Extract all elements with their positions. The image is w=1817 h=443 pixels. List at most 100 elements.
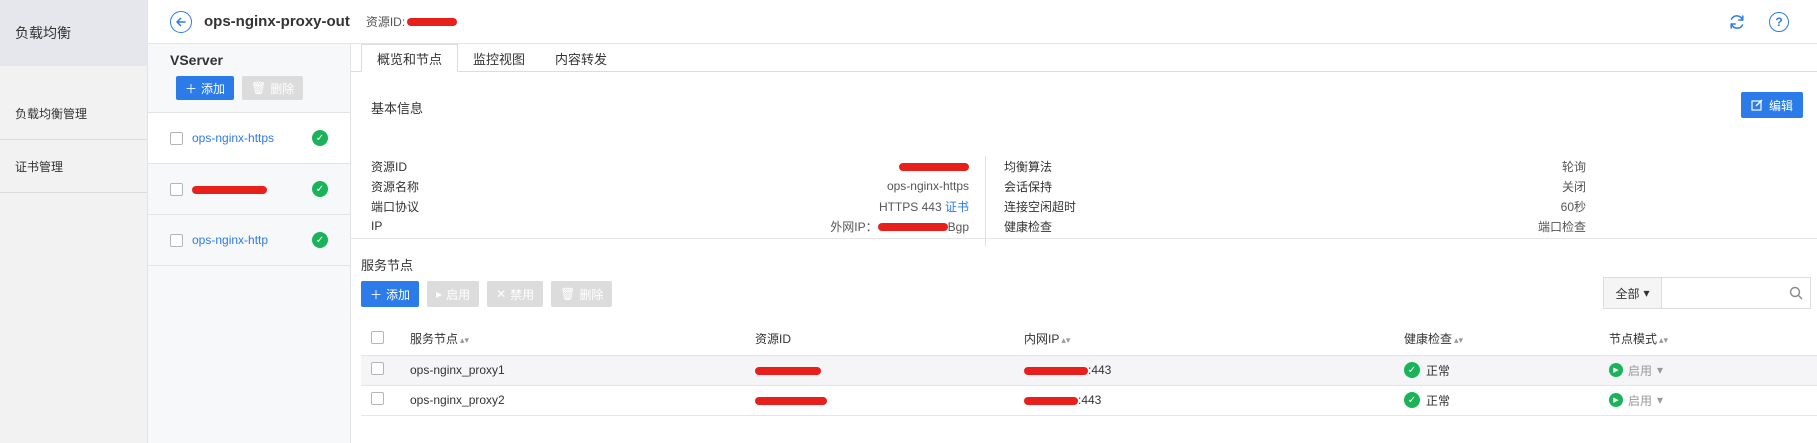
search-button[interactable] (1782, 278, 1810, 308)
sort-icon: ▴▾ (1061, 335, 1071, 346)
vserver-item[interactable]: ✓ (148, 164, 350, 215)
delete-label: 删除 (270, 81, 295, 96)
port: :443 (1078, 393, 1102, 407)
vserver-delete-button[interactable]: 🗑 删除 (242, 76, 304, 100)
col-mode[interactable]: 节点模式 ▴▾ (1609, 323, 1817, 356)
mode-label: 启用 (1628, 393, 1653, 408)
vserver-name-redacted[interactable] (192, 182, 312, 196)
kv-value: 关闭 (1561, 179, 1586, 194)
tab-forwarding[interactable]: 内容转发 (540, 44, 622, 72)
row-checkbox[interactable] (371, 362, 384, 375)
play-icon: ▸ (436, 287, 443, 301)
filter-select[interactable]: 全部 ▾ (1604, 278, 1662, 308)
disable-label: 禁用 (510, 287, 535, 302)
health-status: 正常 (1426, 393, 1451, 408)
top-bar: ops-nginx-proxy-out 资源ID: ? (148, 0, 1817, 44)
col-label: 资源ID (755, 332, 792, 347)
vserver-item[interactable]: ops-nginx-https ✓ (148, 113, 350, 164)
node-name: ops-nginx_proxy2 (410, 385, 755, 416)
trash-icon: 🗑 (560, 287, 576, 301)
certificate-link[interactable]: 证书 (945, 200, 969, 214)
port-protocol-value: HTTPS 443 (878, 199, 942, 214)
kv-value: 60秒 (1560, 199, 1586, 214)
delete-label: 删除 (579, 287, 604, 302)
side-nav: 负载均衡 负载均衡管理 证书管理 (0, 0, 148, 443)
col-health[interactable]: 健康检查 ▴▾ (1404, 323, 1609, 356)
col-label: 服务节点 (410, 332, 459, 347)
kv-value: 轮询 (1561, 159, 1586, 174)
vserver-checkbox[interactable] (170, 182, 183, 196)
caret-down-icon: ▾ (1657, 393, 1664, 407)
main-content: 概览和节点 监控视图 内容转发 基本信息 编辑 资源ID 资源名称 ops-ng… (351, 44, 1817, 443)
kv-resource-name: 资源名称 ops-nginx-https (371, 176, 969, 196)
vserver-add-button[interactable]: ＋添加 (176, 76, 235, 100)
vserver-name[interactable]: ops-nginx-https (192, 131, 312, 145)
edit-button[interactable]: 编辑 (1740, 92, 1803, 118)
help-glyph: ? (1775, 15, 1783, 29)
select-all-checkbox[interactable] (371, 330, 384, 344)
table-row[interactable]: ops-nginx_proxy1 :443 ✓ 正常 ▶ 启用 ▾ (361, 355, 1817, 386)
resource-id-redacted (407, 17, 458, 26)
basic-info-right: 均衡算法 轮询 会话保持 关闭 连接空闲超时 60秒 健康检查 端口检查 (1004, 156, 1586, 236)
info-divider (985, 156, 986, 246)
vserver-checkbox[interactable] (170, 233, 183, 247)
nav-header[interactable]: 负载均衡 (0, 0, 147, 66)
kv-key: 资源ID (371, 159, 408, 174)
search-input[interactable] (1662, 278, 1782, 308)
private-ip: :443 (1024, 385, 1404, 416)
plus-icon: ＋ (370, 287, 383, 302)
col-private-ip[interactable]: 内网IP ▴▾ (1024, 323, 1404, 356)
tab-monitor[interactable]: 监控视图 (458, 44, 540, 72)
search-icon (1789, 286, 1803, 300)
service-nodes-table: 服务节点 ▴▾ 资源ID 内网IP ▴▾ 健康检查 ▴▾ 节点模式 ▴▾ ops-ngi… (361, 323, 1817, 416)
refresh-icon (1730, 15, 1744, 29)
kv-session: 会话保持 关闭 (1004, 176, 1586, 196)
table-row[interactable]: ops-nginx_proxy2 :443 ✓ 正常 ▶ 启用 ▾ (361, 385, 1817, 416)
kv-value: 端口检查 (1537, 219, 1586, 234)
nav-item-cert-management[interactable]: 证书管理 (0, 140, 147, 193)
kv-key: 会话保持 (1004, 179, 1053, 194)
vserver-item[interactable]: ops-nginx-http ✓ (148, 215, 350, 266)
health-cell: ✓ 正常 (1404, 385, 1609, 416)
check-circle-icon: ✓ (312, 130, 328, 146)
refresh-button[interactable] (1727, 12, 1747, 32)
row-checkbox[interactable] (371, 392, 384, 405)
kv-idle-timeout: 连接空闲超时 60秒 (1004, 196, 1586, 216)
basic-info-title: 基本信息 (371, 101, 424, 116)
sort-icon: ▴▾ (460, 335, 470, 346)
kv-value: ops-nginx-https (886, 179, 969, 193)
tab-overview[interactable]: 概览和节点 (361, 44, 459, 72)
vserver-checkbox[interactable] (170, 131, 183, 145)
kv-key: IP (371, 219, 383, 233)
basic-info-section: 基本信息 编辑 资源ID 资源名称 ops-nginx-https 端口协议 H… (351, 72, 1817, 246)
check-circle-icon: ✓ (312, 181, 328, 197)
node-disable-button[interactable]: ✕ 禁用 (487, 281, 544, 307)
back-button[interactable] (170, 10, 192, 33)
node-add-button[interactable]: ＋添加 (361, 281, 420, 307)
node-enable-button[interactable]: ▸ 启用 (427, 281, 480, 307)
node-filter: 全部 ▾ (1603, 277, 1811, 309)
public-ip-redacted (877, 223, 948, 232)
help-icon[interactable]: ? (1769, 12, 1789, 32)
nav-item-label: 证书管理 (15, 159, 64, 174)
vserver-name[interactable]: ops-nginx-http (192, 233, 312, 247)
mode-cell[interactable]: ▶ 启用 ▾ (1609, 385, 1817, 416)
node-delete-button[interactable]: 🗑 删除 (551, 281, 613, 307)
col-node[interactable]: 服务节点 ▴▾ (410, 323, 755, 356)
port: :443 (1088, 363, 1112, 377)
caret-down-icon: ▾ (1657, 363, 1664, 377)
nav-item-lb-management[interactable]: 负载均衡管理 (0, 87, 147, 140)
edit-icon (1751, 99, 1763, 111)
table-header-row: 服务节点 ▴▾ 资源ID 内网IP ▴▾ 健康检查 ▴▾ 节点模式 ▴▾ (361, 323, 1817, 356)
vserver-list: ops-nginx-https ✓ ✓ ops-nginx-http ✓ (148, 112, 350, 266)
health-status: 正常 (1426, 363, 1451, 378)
resource-id-redacted (755, 385, 1024, 416)
kv-value-redacted (899, 159, 969, 173)
close-icon: ✕ (496, 287, 507, 301)
add-label: 添加 (386, 287, 411, 302)
enable-label: 启用 (446, 287, 471, 302)
node-name: ops-nginx_proxy1 (410, 355, 755, 386)
mode-cell[interactable]: ▶ 启用 ▾ (1609, 355, 1817, 386)
play-circle-icon: ▶ (1609, 393, 1623, 407)
col-label: 健康检查 (1404, 332, 1453, 347)
